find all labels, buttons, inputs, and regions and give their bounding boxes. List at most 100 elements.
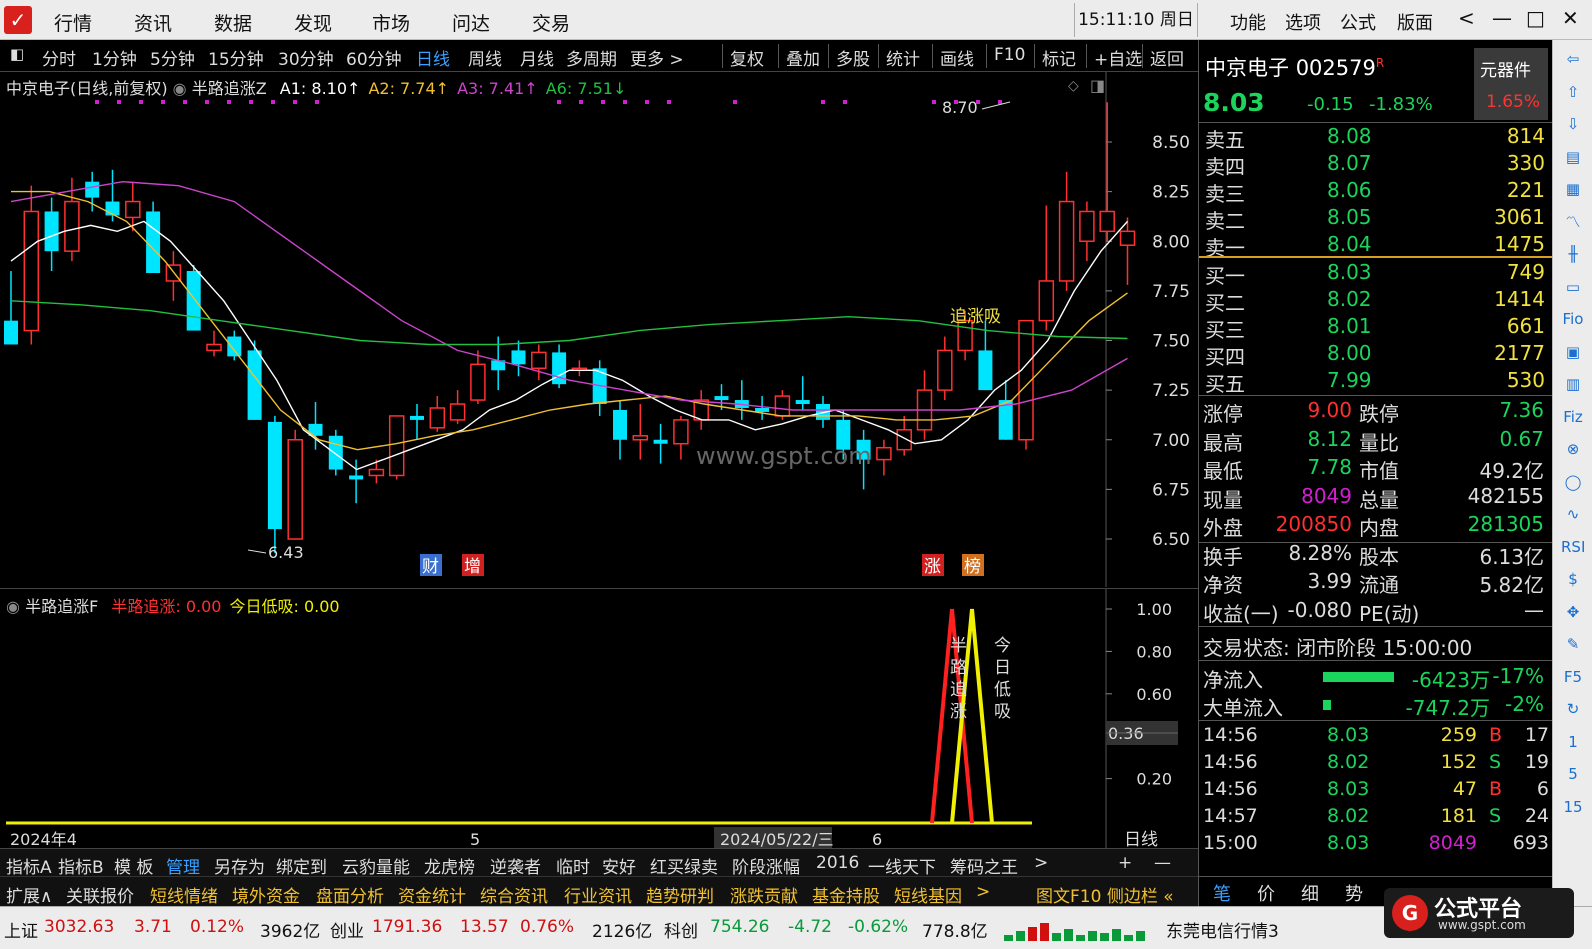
candle[interactable] [449,390,466,424]
extension-tab-3[interactable]: 境外资金 [232,882,300,907]
back-arrow-icon[interactable]: ⇦ [1561,48,1585,70]
bid-row[interactable]: 买二 8.02 1414 [1199,287,1553,315]
toolbar-btn-1[interactable]: 叠加 [786,45,820,70]
connection-status[interactable]: 东莞电信行情3 [1166,917,1279,942]
candle[interactable] [1079,201,1095,262]
indicator-tab-12[interactable]: 阶段涨幅 [732,853,800,878]
indicator-tab-15[interactable]: 筹码之王 [950,853,1018,878]
menu-item-4[interactable]: 市场 [372,9,410,36]
sh-label[interactable]: 上证 [4,917,38,942]
tick-row[interactable]: 14:56 8.03 259 B 17 [1199,724,1553,751]
fifteen-icon[interactable]: 15 [1561,796,1585,818]
minimize-icon[interactable]: — [1492,6,1512,30]
doc-icon[interactable]: ▥ [1561,373,1585,395]
candle[interactable] [755,396,770,420]
candle[interactable] [632,404,649,460]
candle[interactable] [998,380,1013,440]
period-tab-3[interactable]: 15分钟 [208,45,264,70]
right-menu-item-2[interactable]: 公式 [1340,9,1376,35]
tick-row[interactable]: 14:56 8.03 47 B 6 [1199,778,1553,805]
extension-tab-8[interactable]: 趋势研判 [646,882,714,907]
back-icon[interactable]: < [1458,6,1475,30]
candle[interactable] [23,185,40,345]
period-tab-7[interactable]: 周线 [468,45,502,70]
candle[interactable] [531,344,547,381]
toolbar-btn-2[interactable]: 多股 [836,45,870,70]
candle[interactable] [571,360,588,377]
candle[interactable] [328,429,343,476]
period-tab-9[interactable]: 多周期 [566,45,617,70]
pen-icon[interactable]: ✎ [1561,633,1585,655]
period-tab-5[interactable]: 60分钟 [346,45,402,70]
candle[interactable] [388,415,405,480]
tick-row[interactable]: 14:56 8.02 152 S 19 [1199,751,1553,778]
bid-row[interactable]: 买五 7.99 530 [1199,368,1553,396]
five-icon[interactable]: 5 [1561,763,1585,785]
sub-indicator-chart[interactable]: 1.00 0.80 0.60 0.20 0.36 半路追涨今日低吸 2024年4 5 2024/… [0,588,1198,849]
event-marker-3[interactable]: 榜 [964,557,981,577]
ask-row[interactable]: 卖五 8.08 814 [1199,124,1553,152]
candle[interactable] [916,370,933,440]
circle-icon[interactable]: ◯ [1561,471,1585,493]
ask-row[interactable]: 卖四 8.07 330 [1199,151,1553,179]
indicator-tab-11[interactable]: 红买绿卖 [650,853,718,878]
wave-icon[interactable]: ∿ [1561,503,1585,525]
menu-item-3[interactable]: 发现 [294,9,332,36]
menu-item-2[interactable]: 数据 [214,9,252,36]
money-icon[interactable]: $ [1561,568,1585,590]
extension-tab-9[interactable]: 涨跌贡献 [730,882,798,907]
candle[interactable] [1058,171,1075,291]
panel-tab-0[interactable]: 笔 [1213,880,1231,906]
bid-row[interactable]: 买一 8.03 749 [1199,260,1553,288]
extension-tab-13[interactable]: 图文F10 侧边栏 « [1036,882,1174,907]
candle[interactable] [267,415,282,553]
kline-chart[interactable]: 中京电子(日线,前复权) ◉ 半路追涨Z A1: 8.10↑ A2: 7.74↑ A… [0,72,1198,587]
right-menu-item-1[interactable]: 选项 [1285,9,1321,35]
candle[interactable] [470,350,486,405]
extension-tab-1[interactable]: 关联报价 [66,882,134,907]
indicator-tab-8[interactable]: 逆袭者 [490,853,541,878]
candle[interactable] [693,390,709,430]
candle[interactable] [1099,102,1115,242]
toolbar-btn-7[interactable]: +自选 [1094,45,1142,70]
event-marker-0[interactable]: 财 [422,557,439,577]
cy-label[interactable]: 创业 [330,917,364,942]
indicator-tab-7[interactable]: 龙虎榜 [424,853,475,878]
maximize-icon[interactable]: □ [1526,6,1545,30]
candle[interactable] [1038,205,1055,331]
down-arrow-icon[interactable]: ⇩ [1561,113,1585,135]
close-icon[interactable]: ✕ [1562,6,1579,30]
up-arrow-icon[interactable]: ⇧ [1561,81,1585,103]
panel-tab-3[interactable]: 势 [1345,880,1363,906]
list-icon[interactable]: ▤ [1561,146,1585,168]
sidebar-toggle-icon[interactable]: ◧ [10,45,24,63]
candle[interactable] [247,340,262,420]
period-tab-2[interactable]: 5分钟 [150,45,195,70]
toolbar-btn-0[interactable]: 复权 [730,45,764,70]
candle[interactable] [4,271,18,345]
candle[interactable] [368,459,385,484]
f5-icon[interactable]: F5 [1561,666,1585,688]
line-chart-icon[interactable]: 〽 [1561,211,1585,233]
period-tab-8[interactable]: 月线 [520,45,554,70]
bid-row[interactable]: 买四 8.00 2177 [1199,341,1553,369]
event-marker-2[interactable]: 涨 [924,557,941,577]
menu-item-5[interactable]: 问达 [452,9,490,36]
candle[interactable] [937,336,953,401]
extension-tab-12[interactable]: > [976,882,990,902]
candle[interactable] [876,439,892,476]
extension-tab-10[interactable]: 基金持股 [812,882,880,907]
one-icon[interactable]: 1 [1561,731,1585,753]
sub-indicator-name[interactable]: 半路追涨F [25,597,98,616]
bid-row[interactable]: 买三 8.01 661 [1199,314,1553,342]
fio-icon[interactable]: Fio [1561,308,1585,330]
right-menu-item-0[interactable]: 功能 [1230,9,1266,35]
period-tab-1[interactable]: 1分钟 [92,45,137,70]
remove-tab-button[interactable]: — [1154,853,1171,873]
indicator-tab-5[interactable]: 绑定到 [276,853,327,878]
toolbar-btn-8[interactable]: 返回 [1150,45,1184,70]
candle[interactable] [653,423,668,464]
tick-row[interactable]: 14:57 8.02 181 S 24 [1199,805,1553,832]
period-tab-4[interactable]: 30分钟 [278,45,334,70]
candle[interactable] [511,340,526,377]
